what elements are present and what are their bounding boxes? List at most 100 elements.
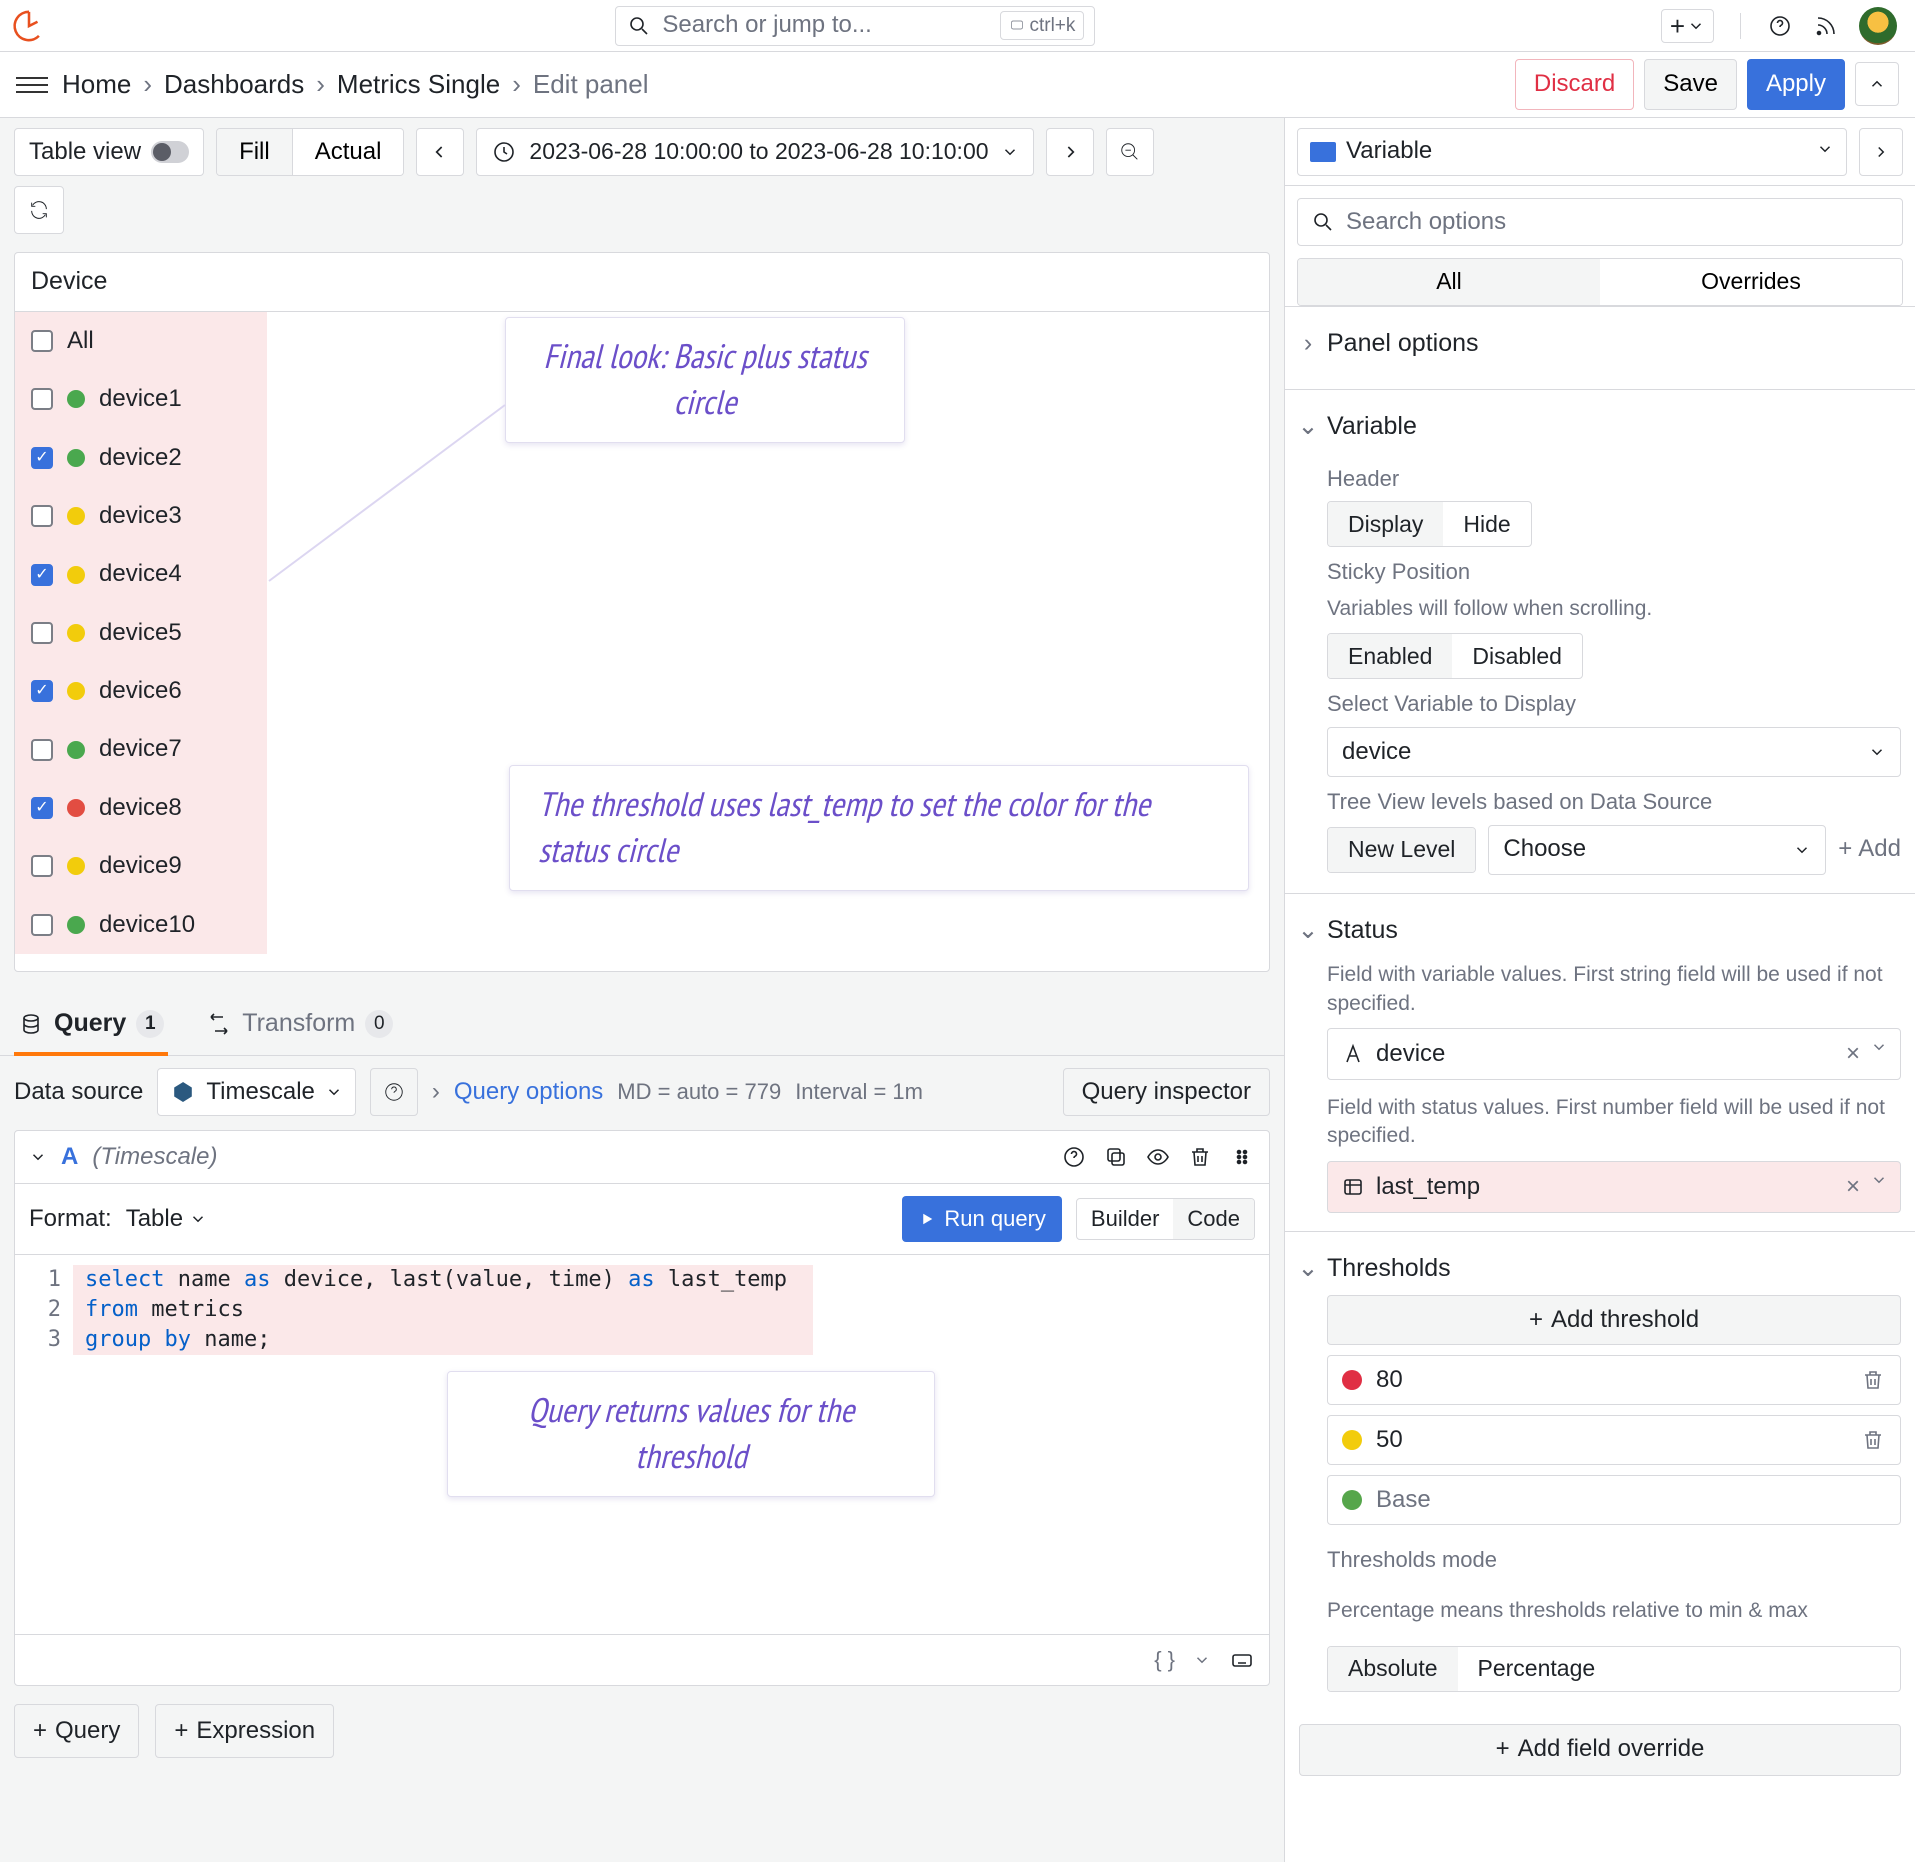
braces-icon[interactable]: { } <box>1154 1645 1175 1675</box>
sticky-disabled-button[interactable]: Disabled <box>1452 634 1582 678</box>
save-button[interactable]: Save <box>1644 59 1737 109</box>
clear-icon[interactable]: × <box>1846 1038 1860 1070</box>
clear-icon[interactable]: × <box>1846 1171 1860 1203</box>
device-row[interactable]: device7 <box>15 720 267 778</box>
fill-button[interactable]: Fill <box>217 129 292 175</box>
device-checkbox[interactable]: ✓ <box>31 447 53 469</box>
tab-query[interactable]: Query 1 <box>14 997 168 1055</box>
device-checkbox[interactable] <box>31 739 53 761</box>
time-range-back-button[interactable] <box>416 128 464 176</box>
device-row[interactable]: ✓device8 <box>15 779 267 837</box>
refresh-button[interactable] <box>14 186 64 234</box>
section-panel-options[interactable]: › Panel options <box>1299 321 1901 371</box>
tab-transform[interactable]: Transform 0 <box>202 997 397 1055</box>
toggle-options-pane-button[interactable] <box>1859 128 1903 176</box>
threshold-row[interactable]: 80 <box>1327 1355 1901 1405</box>
query-help-icon[interactable] <box>1061 1144 1087 1170</box>
threshold-percentage-button[interactable]: Percentage <box>1458 1647 1616 1691</box>
threshold-value[interactable]: 80 <box>1376 1364 1403 1396</box>
delete-threshold-icon[interactable] <box>1860 1367 1886 1393</box>
query-ref-id[interactable]: A <box>61 1141 78 1173</box>
visualization-picker[interactable]: Variable <box>1297 128 1847 176</box>
device-row[interactable]: device1 <box>15 370 267 428</box>
variable-select[interactable]: device <box>1327 727 1901 777</box>
header-hide-button[interactable]: Hide <box>1443 502 1530 546</box>
breadcrumb-home[interactable]: Home <box>62 67 131 102</box>
section-variable[interactable]: ⌄ Variable <box>1299 404 1901 454</box>
time-range-picker[interactable]: 2023-06-28 10:00:00 to 2023-06-28 10:10:… <box>476 128 1033 176</box>
discard-button[interactable]: Discard <box>1515 59 1634 109</box>
status-variable-field-select[interactable]: device × <box>1327 1028 1901 1080</box>
help-icon[interactable] <box>1767 13 1793 39</box>
add-query-button[interactable]: +Query <box>14 1704 139 1758</box>
device-row[interactable]: device3 <box>15 487 267 545</box>
tab-all[interactable]: All <box>1298 259 1600 305</box>
device-row[interactable]: device9 <box>15 837 267 895</box>
format-select[interactable]: Table <box>126 1203 207 1235</box>
actual-button[interactable]: Actual <box>293 129 404 175</box>
query-inspector-button[interactable]: Query inspector <box>1063 1068 1270 1116</box>
add-level-button[interactable]: +Add <box>1838 833 1901 865</box>
status-value-field-select[interactable]: last_temp × <box>1327 1161 1901 1213</box>
new-level-button[interactable]: New Level <box>1328 828 1475 872</box>
threshold-row[interactable]: 50 <box>1327 1415 1901 1465</box>
device-row[interactable]: ✓device4 <box>15 545 267 603</box>
chevron-down-icon[interactable] <box>1193 1651 1211 1669</box>
device-checkbox[interactable] <box>31 914 53 936</box>
add-field-override-button[interactable]: + Add field override <box>1299 1724 1901 1776</box>
menu-toggle-button[interactable] <box>16 69 48 101</box>
delete-threshold-icon[interactable] <box>1860 1427 1886 1453</box>
query-options-link[interactable]: Query options <box>454 1076 603 1108</box>
device-checkbox[interactable] <box>31 388 53 410</box>
tab-overrides[interactable]: Overrides <box>1600 259 1902 305</box>
zoom-out-button[interactable] <box>1106 128 1154 176</box>
device-checkbox[interactable] <box>31 505 53 527</box>
duplicate-query-icon[interactable] <box>1103 1144 1129 1170</box>
sql-editor[interactable]: 123 select name as device, last(value, t… <box>15 1255 1269 1635</box>
breadcrumb-dashboards[interactable]: Dashboards <box>164 67 304 102</box>
table-view-toggle[interactable]: Table view <box>14 128 204 176</box>
code-mode-button[interactable]: Code <box>1173 1199 1254 1239</box>
device-row[interactable]: ✓device2 <box>15 429 267 487</box>
add-threshold-button[interactable]: +Add threshold <box>1327 1295 1901 1345</box>
apply-button[interactable]: Apply <box>1747 59 1845 109</box>
threshold-color-dot[interactable] <box>1342 1430 1362 1450</box>
device-row[interactable]: device5 <box>15 604 267 662</box>
device-row[interactable]: ✓device6 <box>15 662 267 720</box>
keyboard-icon[interactable] <box>1229 1647 1255 1673</box>
level-choose-select[interactable]: Choose <box>1488 825 1826 875</box>
device-checkbox[interactable]: ✓ <box>31 564 53 586</box>
rss-icon[interactable] <box>1813 13 1839 39</box>
device-row[interactable]: All <box>15 312 267 370</box>
add-menu-button[interactable]: + <box>1661 9 1714 43</box>
toggle-visibility-icon[interactable] <box>1145 1144 1171 1170</box>
time-range-forward-button[interactable] <box>1046 128 1094 176</box>
breadcrumb-metrics[interactable]: Metrics Single <box>337 67 500 102</box>
collapse-panel-button[interactable] <box>1855 62 1899 106</box>
app-logo[interactable] <box>8 5 50 47</box>
section-status[interactable]: ⌄ Status <box>1299 908 1901 958</box>
device-checkbox[interactable]: ✓ <box>31 680 53 702</box>
chevron-down-icon[interactable] <box>29 1148 47 1166</box>
builder-mode-button[interactable]: Builder <box>1077 1199 1173 1239</box>
drag-handle-icon[interactable] <box>1229 1144 1255 1170</box>
threshold-value[interactable]: 50 <box>1376 1424 1403 1456</box>
datasource-help-button[interactable] <box>370 1068 418 1116</box>
global-search[interactable]: Search or jump to... ctrl+k <box>615 6 1095 46</box>
threshold-color-dot[interactable] <box>1342 1370 1362 1390</box>
header-display-button[interactable]: Display <box>1328 502 1443 546</box>
threshold-color-dot[interactable] <box>1342 1490 1362 1510</box>
device-checkbox[interactable] <box>31 622 53 644</box>
add-expression-button[interactable]: +Expression <box>155 1704 334 1758</box>
options-search[interactable]: Search options <box>1297 198 1903 246</box>
user-avatar[interactable] <box>1859 7 1897 45</box>
threshold-absolute-button[interactable]: Absolute <box>1328 1647 1458 1691</box>
sticky-enabled-button[interactable]: Enabled <box>1328 634 1452 678</box>
run-query-button[interactable]: Run query <box>902 1196 1062 1242</box>
section-thresholds[interactable]: ⌄ Thresholds <box>1299 1246 1901 1296</box>
device-row[interactable]: device10 <box>15 896 267 954</box>
delete-query-icon[interactable] <box>1187 1144 1213 1170</box>
device-checkbox[interactable] <box>31 330 53 352</box>
datasource-picker[interactable]: Timescale <box>157 1068 355 1116</box>
device-checkbox[interactable]: ✓ <box>31 797 53 819</box>
